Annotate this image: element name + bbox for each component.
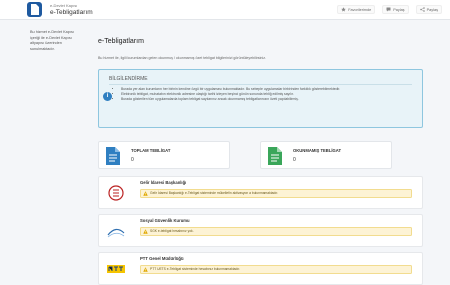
institution-name: PTT Genel Müdürlüğü — [140, 256, 184, 261]
main-content: e-Tebligatlarım Bu hizmet ile, ilgili ku… — [98, 30, 423, 285]
ptt-logo — [107, 265, 125, 273]
info-list: Burada yer alan kurumların her birinin k… — [117, 87, 417, 102]
app-logo[interactable] — [27, 2, 42, 17]
warning-message: SGK e-tebligat hesabınız yok. — [140, 227, 412, 236]
comment-icon — [386, 7, 391, 12]
institution-name: Sosyal Güvenlik Kurumu — [140, 218, 190, 223]
favorites-label: Favorilerimde — [348, 7, 372, 12]
comment-label: Paylaş — [393, 7, 405, 12]
warning-icon — [143, 229, 148, 234]
warning-text: PTT UETS e-Tebligat sisteminde hesabınız… — [150, 267, 241, 271]
top-nav: Favorilerimde Paylaş Paylaş — [337, 5, 442, 14]
info-divider — [109, 84, 412, 85]
page-title: e-Tebligatlarım — [98, 38, 144, 45]
sidebar-description: Bu hizmet e-Devlet Kapısı içeriği ile e-… — [30, 30, 74, 51]
sgk-logo — [107, 228, 125, 238]
warning-icon — [143, 267, 148, 272]
info-item: Burada gösterilen tüm uygulamalarda topl… — [121, 97, 417, 102]
comment-button[interactable]: Paylaş — [382, 5, 409, 14]
brand-subtitle: e-Devlet Kapısı — [50, 3, 78, 8]
document-icon — [31, 4, 39, 15]
share-icon — [419, 7, 425, 12]
page-description: Bu hizmet ile, ilgili kurumlardan gelen … — [98, 56, 266, 60]
document-icon — [106, 147, 120, 165]
warning-message: Gelir İdaresi Başkanlığı e-Tebligat sist… — [140, 189, 412, 198]
institution-ptt[interactable]: PTT Genel Müdürlüğü PTT UETS e-Tebligat … — [98, 252, 423, 285]
info-box: BİLGİLENDİRME i Burada yer alan kurumlar… — [98, 69, 423, 128]
document-icon — [268, 147, 282, 165]
warning-message: PTT UETS e-Tebligat sisteminde hesabınız… — [140, 265, 412, 274]
card-value: 0 — [131, 157, 134, 163]
institution-sgk[interactable]: Sosyal Güvenlik Kurumu SGK e-tebligat he… — [98, 214, 423, 247]
favorites-button[interactable]: Favorilerimde — [337, 5, 376, 14]
warning-icon — [143, 191, 148, 196]
gib-logo — [108, 185, 124, 201]
institution-gib[interactable]: Gelir İdaresi Başkanlığı Gelir İdaresi B… — [98, 176, 423, 209]
card-title: OKUNMAMIŞ TEBLİGAT — [293, 148, 342, 153]
card-value: 0 — [293, 157, 296, 163]
top-bar: e-Devlet Kapısı e-Tebligatlarım Favorile… — [0, 0, 450, 20]
warning-text: Gelir İdaresi Başkanlığı e-Tebligat sist… — [150, 191, 279, 195]
total-notifications-card[interactable]: TOPLAM TEBLİGAT 0 — [98, 141, 230, 169]
info-title: BİLGİLENDİRME — [109, 76, 148, 82]
share-label: Paylaş — [426, 7, 438, 12]
share-button[interactable]: Paylaş — [415, 5, 442, 14]
unread-notifications-card[interactable]: OKUNMAMIŞ TEBLİGAT 0 — [260, 141, 392, 169]
warning-text: SGK e-tebligat hesabınız yok. — [150, 229, 194, 233]
institution-name: Gelir İdaresi Başkanlığı — [140, 180, 187, 185]
brand-title: e-Tebligatlarım — [50, 9, 93, 16]
summary-cards: TOPLAM TEBLİGAT 0 OKUNMAMIŞ TEBLİGAT 0 — [98, 141, 423, 169]
star-icon — [341, 7, 346, 12]
card-title: TOPLAM TEBLİGAT — [131, 148, 171, 153]
